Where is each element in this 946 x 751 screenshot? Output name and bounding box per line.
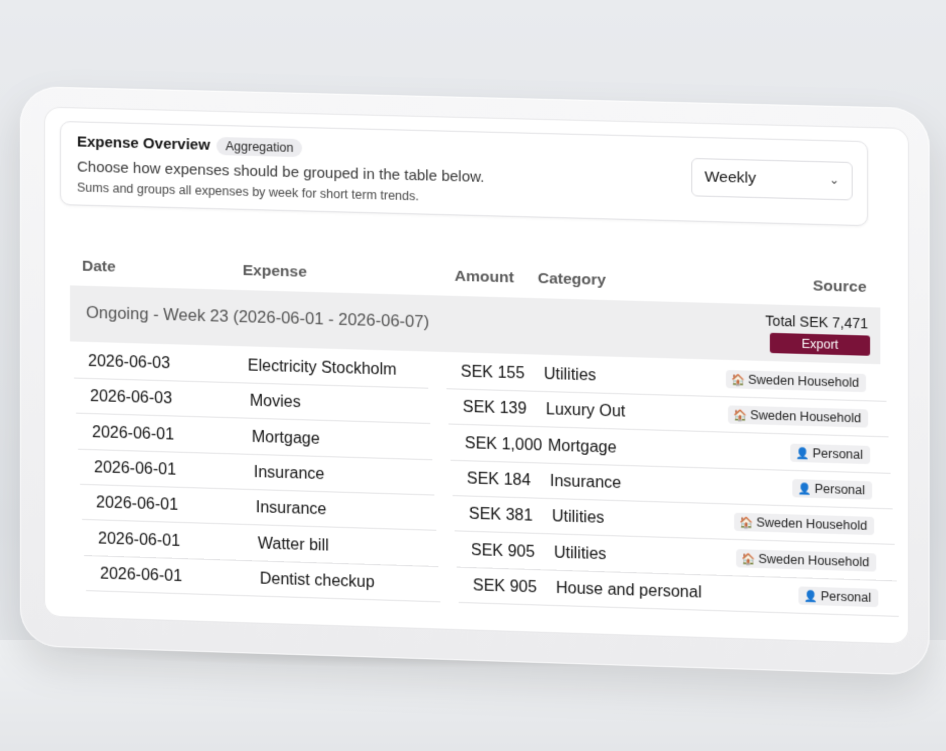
- cell-expense: Watter bill: [257, 534, 329, 555]
- source-chip: 👤 Personal: [798, 586, 879, 607]
- cell-date: 2026-06-01: [94, 459, 177, 479]
- cell-date: 2026-06-01: [96, 494, 179, 515]
- cell-expense: Electricity Stockholm: [247, 357, 397, 379]
- source-label: Sweden Household: [758, 551, 870, 569]
- source-label: Sweden Household: [748, 372, 859, 390]
- group-total: Total SEK 7,471: [765, 312, 869, 332]
- house-icon: 🏠: [741, 552, 756, 566]
- source-chip: 🏠 Sweden Household: [736, 548, 877, 572]
- column-header-date[interactable]: Date: [82, 258, 116, 277]
- cell-amount: SEK 381: [468, 505, 533, 525]
- person-icon: 👤: [797, 483, 812, 496]
- source-chip: 🏠 Sweden Household: [727, 405, 869, 428]
- source-chip: 🏠 Sweden Household: [734, 512, 875, 536]
- grouping-select-value: Weekly: [704, 168, 757, 187]
- house-icon: 🏠: [733, 409, 748, 423]
- expense-overview-card: Expense Overview Aggregation Choose how …: [60, 120, 869, 227]
- column-header-source[interactable]: Source: [813, 277, 867, 297]
- cell-category: Luxury Out: [545, 401, 626, 421]
- cell-amount: SEK 1,000: [464, 434, 543, 455]
- cell-category: Utilities: [543, 365, 597, 385]
- screen: Expense Overview Aggregation Choose how …: [44, 106, 910, 645]
- export-button[interactable]: Export: [769, 332, 871, 356]
- cell-date: 2026-06-01: [92, 423, 175, 444]
- cell-amount: SEK 139: [462, 399, 527, 419]
- cell-amount: SEK 184: [466, 470, 531, 490]
- card-title: Expense Overview: [77, 133, 211, 154]
- cell-amount: SEK 155: [460, 363, 525, 383]
- house-icon: 🏠: [739, 517, 754, 530]
- source-label: Sweden Household: [750, 408, 862, 426]
- cell-category: Mortgage: [547, 437, 617, 457]
- cell-expense: Dentist checkup: [259, 570, 375, 592]
- cell-category: House and personal: [555, 579, 702, 602]
- card-subtext: Sums and groups all expenses by week for…: [77, 180, 419, 204]
- source-chip: 👤 Personal: [790, 443, 871, 464]
- cell-date: 2026-06-01: [98, 529, 181, 550]
- cell-category: Utilities: [551, 508, 605, 528]
- source-chip: 👤 Personal: [792, 478, 873, 500]
- source-label: Personal: [812, 445, 863, 462]
- tablet-frame: Expense Overview Aggregation Choose how …: [20, 86, 930, 676]
- row-divider: [86, 589, 441, 603]
- cell-expense: Insurance: [253, 463, 325, 484]
- person-icon: 👤: [795, 447, 810, 460]
- grouping-select[interactable]: Weekly ⌄: [691, 157, 853, 201]
- column-header-category[interactable]: Category: [538, 270, 606, 290]
- cell-date: 2026-06-01: [100, 565, 183, 585]
- cell-expense: Movies: [249, 392, 301, 412]
- cell-date: 2026-06-03: [88, 352, 171, 373]
- aggregation-badge: Aggregation: [216, 136, 303, 158]
- chevron-down-icon: ⌄: [829, 172, 840, 187]
- column-header-expense[interactable]: Expense: [243, 262, 307, 282]
- source-label: Personal: [814, 481, 866, 498]
- cell-date: 2026-06-03: [90, 388, 173, 408]
- cell-expense: Insurance: [255, 499, 327, 519]
- cell-category: Insurance: [549, 472, 622, 492]
- source-label: Sweden Household: [756, 515, 868, 534]
- person-icon: 👤: [803, 590, 818, 604]
- group-label: Ongoing - Week 23 (2026-06-01 - 2026-06-…: [86, 303, 430, 332]
- cell-expense: Mortgage: [251, 428, 320, 448]
- cell-amount: SEK 905: [470, 541, 535, 561]
- cell-category: Utilities: [553, 543, 607, 563]
- source-chip: 🏠 Sweden Household: [725, 369, 867, 393]
- house-icon: 🏠: [731, 374, 746, 387]
- cell-amount: SEK 905: [472, 577, 537, 597]
- source-label: Personal: [820, 588, 872, 605]
- column-header-amount[interactable]: Amount: [455, 268, 514, 288]
